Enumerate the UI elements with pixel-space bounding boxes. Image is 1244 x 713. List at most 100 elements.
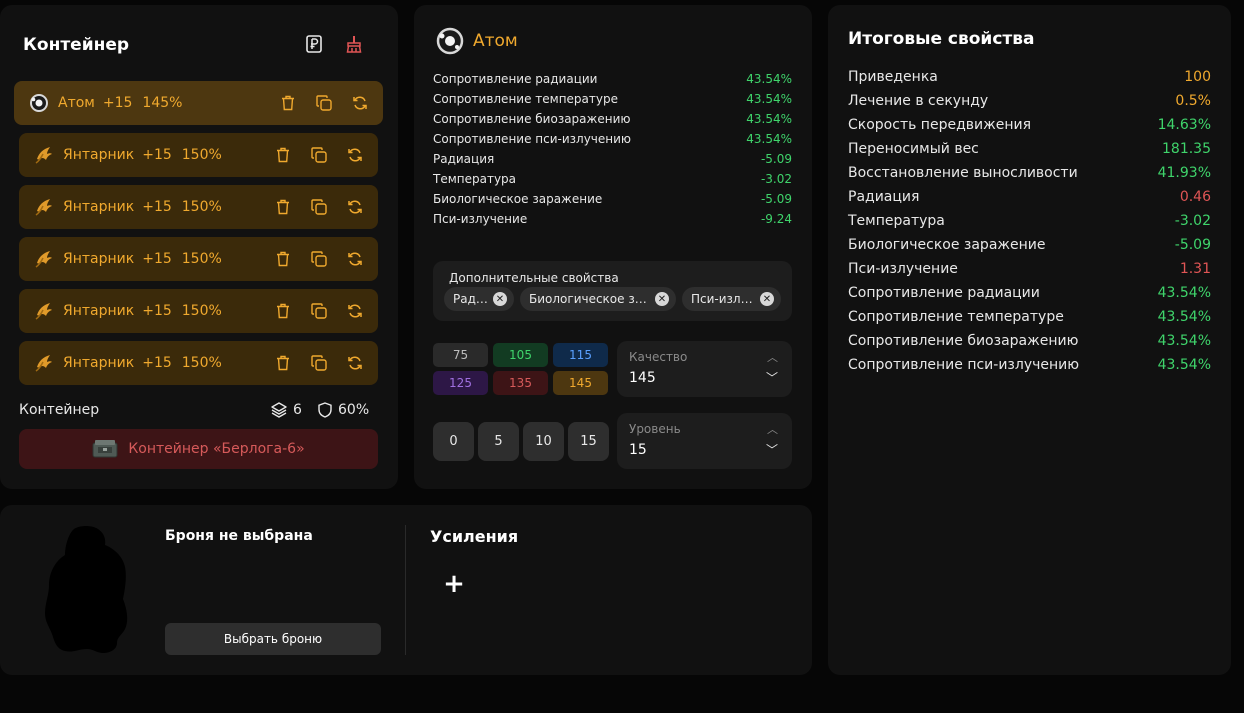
artifact-row[interactable]: Янтарник +15 150% <box>19 185 378 229</box>
container-footer: Контейнер 6 60% <box>19 402 378 422</box>
level-select[interactable]: Уровень 15 ︿ ﹀ <box>617 413 792 469</box>
chevron-down-icon[interactable]: ﹀ <box>766 369 778 386</box>
property-label: Радиация <box>433 152 495 166</box>
property-value: 43.54% <box>746 92 792 106</box>
container-footer-label: Контейнер <box>19 402 100 418</box>
total-label: Пси-излучение <box>848 261 958 277</box>
trash-icon[interactable] <box>279 94 297 112</box>
trash-icon[interactable] <box>274 198 292 216</box>
container-select-label: Контейнер «Берлога-6» <box>128 441 305 457</box>
artifact-name: Атом <box>473 31 518 51</box>
property-label: Температура <box>433 172 517 186</box>
amber-artifact-icon <box>33 144 55 166</box>
boosts-title: Усиления <box>430 527 519 546</box>
quality-option-button[interactable]: 145 <box>553 371 608 395</box>
artifact-property-row: Температура -3.02 <box>433 172 792 190</box>
trash-icon[interactable] <box>274 146 292 164</box>
select-armor-button[interactable]: Выбрать броню <box>165 623 381 655</box>
row-actions <box>279 81 369 125</box>
artifact-level: +15 <box>142 199 172 215</box>
total-label: Лечение в секунду <box>848 93 989 109</box>
level-option-button[interactable]: 0 <box>433 422 474 461</box>
artifact-name: Янтарник <box>63 199 135 215</box>
level-label: Уровень <box>629 422 681 436</box>
quality-option-button[interactable]: 135 <box>493 371 548 395</box>
artifact-name: Янтарник <box>63 251 135 267</box>
total-value: 43.54% <box>1157 333 1211 349</box>
chevron-up-icon[interactable]: ︿ <box>767 349 778 365</box>
layers-icon <box>271 402 287 418</box>
refresh-icon[interactable] <box>346 250 364 268</box>
quality-option-button[interactable]: 75 <box>433 343 488 367</box>
copy-icon[interactable] <box>310 198 328 216</box>
artifact-quality: 150% <box>181 355 222 371</box>
chevron-up-icon[interactable]: ︿ <box>767 421 778 437</box>
artifact-row[interactable]: Янтарник +15 150% <box>19 289 378 333</box>
slots-stat: 6 <box>271 402 302 418</box>
protection-value: 60% <box>338 402 370 418</box>
artifact-property-row: Сопротивление радиации 43.54% <box>433 72 792 90</box>
total-value: -3.02 <box>1174 213 1211 229</box>
refresh-icon[interactable] <box>346 146 364 164</box>
refresh-icon[interactable] <box>351 94 369 112</box>
quality-option-button[interactable]: 125 <box>433 371 488 395</box>
remove-chip-icon[interactable]: ✕ <box>655 292 669 306</box>
artifact-row[interactable]: Янтарник +15 150% <box>19 237 378 281</box>
trash-icon[interactable] <box>274 302 292 320</box>
artifact-property-row: Сопротивление температуре 43.54% <box>433 92 792 110</box>
quality-option-button[interactable]: 105 <box>493 343 548 367</box>
shield-icon <box>318 402 332 418</box>
extra-properties-box: Дополнительные свойства Радиация✕ Биолог… <box>433 261 792 321</box>
total-value: 14.63% <box>1157 117 1211 133</box>
copy-icon[interactable] <box>310 250 328 268</box>
artifact-detail-panel: Атом Сопротивление радиации 43.54% Сопроти… <box>414 5 812 489</box>
level-option-button[interactable]: 15 <box>568 422 609 461</box>
copy-icon[interactable] <box>310 354 328 372</box>
total-label: Приведенка <box>848 69 938 85</box>
quality-value: 145 <box>629 370 656 386</box>
quality-option-button[interactable]: 115 <box>553 343 608 367</box>
trash-icon[interactable] <box>274 250 292 268</box>
total-value: 181.35 <box>1162 141 1211 157</box>
broom-clear-icon[interactable] <box>343 33 365 55</box>
extra-chip-psi[interactable]: Пси-излучение✕ <box>682 287 781 311</box>
totals-panel: Итоговые свойства Приведенка 100 Лечение в… <box>828 5 1231 675</box>
refresh-icon[interactable] <box>346 354 364 372</box>
protection-stat: 60% <box>318 402 369 418</box>
artifact-row[interactable]: Атом +15 145% <box>14 81 383 125</box>
remove-chip-icon[interactable]: ✕ <box>760 292 774 306</box>
level-option-button[interactable]: 10 <box>523 422 564 461</box>
trash-icon[interactable] <box>274 354 292 372</box>
refresh-icon[interactable] <box>346 198 364 216</box>
quality-select[interactable]: Качество 145 ︿ ﹀ <box>617 341 792 397</box>
container-select-button[interactable]: Контейнер «Берлога-6» <box>19 429 378 469</box>
copy-icon[interactable] <box>310 146 328 164</box>
property-label: Сопротивление температуре <box>433 92 618 106</box>
total-label: Биологическое заражение <box>848 237 1046 253</box>
container-panel: Контейнер Атом +15 145% Янтарник +15 150% Янта… <box>0 5 398 489</box>
add-boost-button[interactable]: + <box>440 569 468 599</box>
total-label: Сопротивление радиации <box>848 285 1040 301</box>
extra-chip-radiation[interactable]: Радиация✕ <box>444 287 514 311</box>
amber-artifact-icon <box>33 352 55 374</box>
level-option-button[interactable]: 5 <box>478 422 519 461</box>
total-property-row: Скорость передвижения 14.63% <box>848 117 1211 137</box>
chevron-down-icon[interactable]: ﹀ <box>766 441 778 458</box>
refresh-icon[interactable] <box>346 302 364 320</box>
copy-icon[interactable] <box>315 94 333 112</box>
artifact-row[interactable]: Янтарник +15 150% <box>19 133 378 177</box>
total-property-row: Температура -3.02 <box>848 213 1211 233</box>
copy-icon[interactable] <box>310 302 328 320</box>
armor-status-title: Броня не выбрана <box>165 528 313 544</box>
artifact-level: +15 <box>142 147 172 163</box>
extra-chip-bio[interactable]: Биологическое заражение✕ <box>520 287 676 311</box>
artifact-row[interactable]: Янтарник +15 150% <box>19 341 378 385</box>
price-tag-icon[interactable] <box>303 33 325 55</box>
artifact-name: Янтарник <box>63 147 135 163</box>
property-value: -5.09 <box>760 152 792 166</box>
property-label: Сопротивление пси-излучению <box>433 132 632 146</box>
remove-chip-icon[interactable]: ✕ <box>493 292 507 306</box>
artifact-name: Атом <box>58 95 95 111</box>
atom-artifact-icon <box>436 27 464 55</box>
row-actions <box>274 185 364 229</box>
